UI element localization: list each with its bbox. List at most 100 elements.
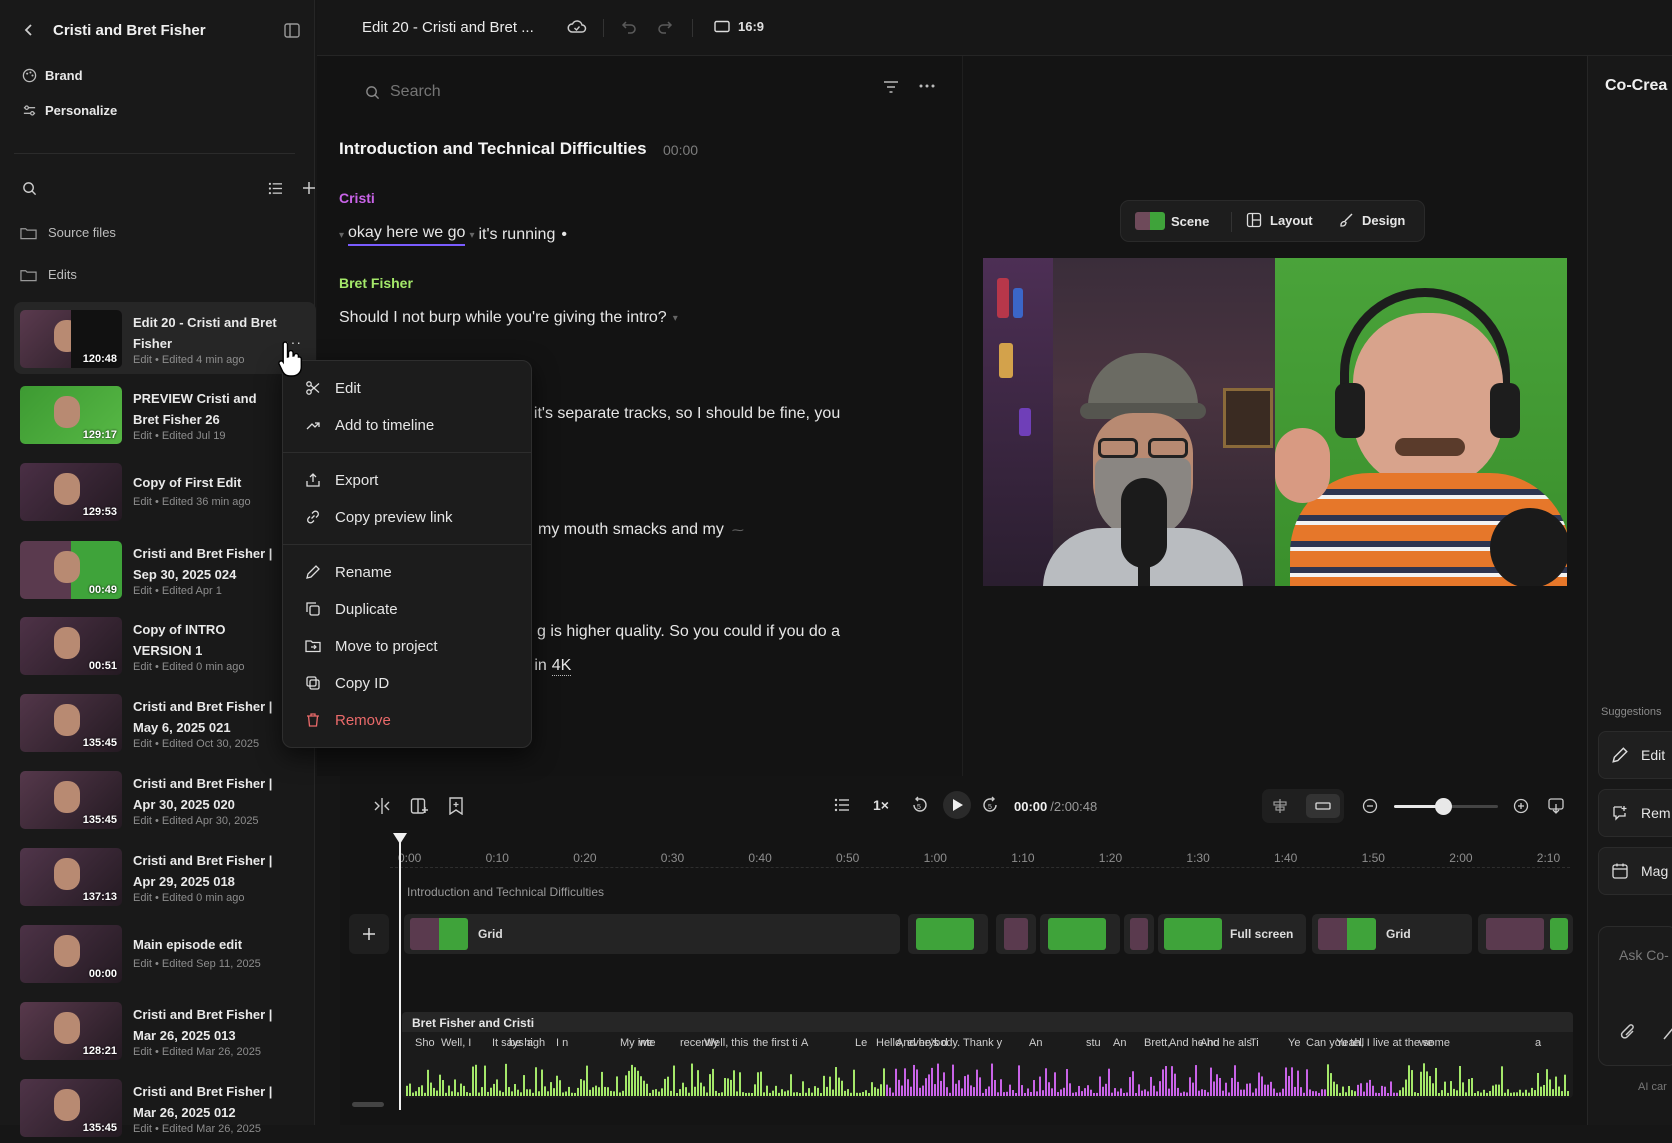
transcript-words[interactable]: in <box>534 657 546 676</box>
edit-list-item[interactable]: 00:51 Copy of INTRO VERSION 1 Edit • Edite… <box>14 609 316 681</box>
playhead[interactable] <box>399 836 401 1110</box>
edit-title[interactable]: Edit 20 - Cristi and Bret ... <box>362 19 534 36</box>
menu-item-remove[interactable]: Remove <box>283 702 531 738</box>
edit-list-item[interactable]: 00:00 Main episode edit Edit • Edited Sep … <box>14 917 316 989</box>
audio-word[interactable]: And he als <box>1200 1037 1252 1049</box>
search-input[interactable] <box>390 83 810 101</box>
redo-icon[interactable] <box>657 20 673 35</box>
zoom-out-icon[interactable] <box>1362 798 1378 814</box>
transcript-line[interactable]: ▾ okay here we go ▾ it's running • <box>339 224 567 246</box>
forward-5-icon[interactable]: 5 <box>982 796 1000 814</box>
clip[interactable] <box>996 914 1036 954</box>
audio-word[interactable]: Well, I <box>441 1037 471 1049</box>
suggestion-remove[interactable]: Rem <box>1598 789 1672 837</box>
menu-item-move-to-project[interactable]: Move to project <box>283 628 531 664</box>
tab-layout[interactable]: Layout <box>1246 212 1313 228</box>
transcript-words[interactable]: 4K <box>551 657 572 676</box>
audio-word[interactable]: And he's d <box>896 1037 948 1049</box>
menu-item-copy-preview-link[interactable]: Copy preview link <box>283 499 531 535</box>
timeline-scrollbar[interactable] <box>352 1102 384 1107</box>
more-options-icon[interactable] <box>919 84 935 88</box>
aspect-ratio-button[interactable]: 16:9 <box>714 19 764 34</box>
audio-word[interactable]: Well, this <box>704 1037 748 1049</box>
attach-icon[interactable] <box>1619 1022 1637 1042</box>
zoom-slider-knob[interactable] <box>1434 798 1452 815</box>
transcript-words[interactable]: okay here we go <box>348 224 466 246</box>
edit-list-item[interactable]: 135:45 Cristi and Bret Fisher | May 6, 20… <box>14 686 316 758</box>
track-layout-icon[interactable] <box>1272 798 1288 814</box>
audio-word[interactable]: Ti <box>1250 1037 1259 1049</box>
nav-personalize[interactable]: Personalize <box>22 103 117 118</box>
edit-list-item[interactable]: 120:48 Edit 20 - Cristi and Bret Fisher Ed… <box>14 302 316 374</box>
play-button[interactable] <box>943 791 971 819</box>
nav-brand[interactable]: Brand <box>22 68 83 83</box>
clip-grid[interactable]: Grid <box>404 914 900 954</box>
transcript-line[interactable]: my mouth smacks and my ⁓ <box>538 521 744 539</box>
collapse-sidebar-icon[interactable] <box>284 23 300 38</box>
clip[interactable] <box>1040 914 1120 954</box>
clip[interactable] <box>1478 914 1573 954</box>
audio-word[interactable]: Sho <box>415 1037 435 1049</box>
audio-word[interactable]: the first ti <box>753 1037 798 1049</box>
edit-list-item[interactable]: 135:45 Cristi and Bret Fisher | Mar 26, 2… <box>14 1071 316 1143</box>
edit-list-item[interactable]: 00:49 Cristi and Bret Fisher | Sep 30, 20… <box>14 533 316 605</box>
folder-edits[interactable]: Edits <box>20 267 77 282</box>
back-icon[interactable] <box>22 22 36 38</box>
edit-list-item[interactable]: 128:21 Cristi and Bret Fisher | Mar 26, 2… <box>14 994 316 1066</box>
transcript-line[interactable]: , it's separate tracks, so I should be f… <box>525 405 840 423</box>
bookmark-icon[interactable] <box>448 797 464 815</box>
transcript-search[interactable] <box>365 77 845 107</box>
edit-list-item[interactable]: 137:13 Cristi and Bret Fisher | Apr 29, 2… <box>14 840 316 912</box>
add-icon[interactable] <box>302 181 316 195</box>
audio-word[interactable]: be high <box>509 1037 545 1049</box>
audio-word[interactable]: we <box>1419 1037 1433 1049</box>
playhead-handle[interactable] <box>393 833 407 844</box>
search-icon[interactable] <box>22 181 37 196</box>
rewind-5-icon[interactable]: 5 <box>910 796 928 814</box>
audio-word[interactable]: An <box>1029 1037 1042 1049</box>
menu-item-add-to-timeline[interactable]: Add to timeline <box>283 407 531 443</box>
clip[interactable] <box>1124 914 1154 954</box>
audio-word[interactable]: I n <box>556 1037 568 1049</box>
suggestion-magic[interactable]: Mag <box>1598 847 1672 895</box>
audio-word[interactable]: Le <box>855 1037 867 1049</box>
chapters-icon[interactable] <box>834 798 850 812</box>
menu-item-duplicate[interactable]: Duplicate <box>283 591 531 627</box>
undo-icon[interactable] <box>621 20 637 35</box>
audio-word[interactable]: stu <box>1086 1037 1101 1049</box>
video-preview[interactable] <box>983 258 1567 586</box>
edit-list-item[interactable]: 129:17 PREVIEW Cristi and Bret Fisher 26 E… <box>14 378 316 450</box>
audio-word[interactable]: Brett, <box>1144 1037 1170 1049</box>
transcript-line[interactable]: g is higher quality. So you could if you… <box>537 623 840 641</box>
ask-input-box[interactable]: Ask Co- <box>1598 926 1672 1066</box>
zoom-slider[interactable] <box>1394 798 1498 815</box>
insert-clip-icon[interactable] <box>410 797 428 815</box>
audio-word[interactable]: A <box>801 1037 808 1049</box>
folder-source-files[interactable]: Source files <box>20 225 116 240</box>
speed-button[interactable]: 1× <box>873 797 889 813</box>
download-icon[interactable] <box>1548 798 1564 814</box>
edit-list-item[interactable]: 129:53 Copy of First Edit Edit • Edited 36… <box>14 455 316 527</box>
audio-word[interactable]: Ye <box>1288 1037 1300 1049</box>
zoom-in-icon[interactable] <box>1513 798 1529 814</box>
split-icon[interactable] <box>373 797 391 815</box>
transcript-words[interactable]: Should I not burp while you're giving th… <box>339 309 667 327</box>
cloud-sync-icon[interactable] <box>567 18 587 36</box>
suggestion-edit[interactable]: Edit <box>1598 731 1672 779</box>
tab-scene[interactable]: Scene <box>1135 212 1209 230</box>
filter-icon[interactable] <box>883 80 899 94</box>
transcript-line[interactable]: Should I not burp while you're giving th… <box>339 309 678 327</box>
clip[interactable] <box>908 914 988 954</box>
transcript-words[interactable]: it's running <box>478 226 555 244</box>
audio-word[interactable]: An <box>1113 1037 1126 1049</box>
compact-view-button[interactable] <box>1306 794 1340 818</box>
audio-word[interactable]: a <box>1535 1037 1541 1049</box>
wand-icon[interactable] <box>1661 1022 1672 1042</box>
list-view-icon[interactable] <box>268 182 283 195</box>
clip-grid[interactable]: Grid <box>1312 914 1472 954</box>
add-track-button[interactable] <box>349 914 389 954</box>
clip-full-screen[interactable]: Full screen <box>1158 914 1306 954</box>
menu-item-edit[interactable]: Edit <box>283 370 531 406</box>
transcript-words[interactable]: my mouth smacks and my <box>538 521 724 539</box>
menu-item-export[interactable]: Export <box>283 462 531 498</box>
